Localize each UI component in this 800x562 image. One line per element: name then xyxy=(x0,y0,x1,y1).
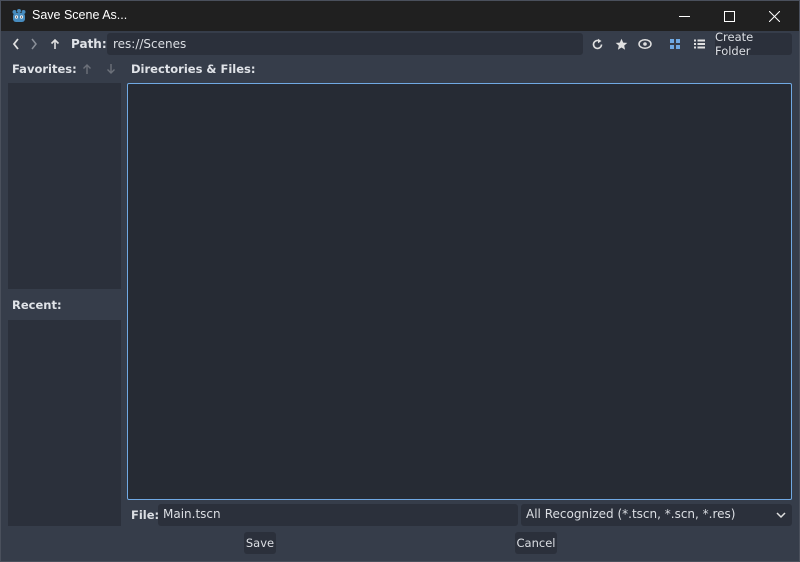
up-directory-button[interactable] xyxy=(46,35,64,53)
grid-view-icon[interactable] xyxy=(666,35,684,53)
forward-button[interactable] xyxy=(25,35,43,53)
back-button[interactable] xyxy=(7,35,25,53)
title-bar: Save Scene As... xyxy=(1,1,799,31)
recent-label: Recent: xyxy=(12,298,62,312)
refresh-icon[interactable] xyxy=(588,35,606,53)
save-scene-dialog: Save Scene As... Path: res://Scenes Crea… xyxy=(0,0,800,562)
recent-list[interactable] xyxy=(8,320,121,526)
favorites-label: Favorites: xyxy=(12,62,77,76)
chevron-down-icon xyxy=(774,508,788,522)
list-view-icon[interactable] xyxy=(690,35,708,53)
file-filter-select[interactable]: All Recognized (*.tscn, *.scn, *.res) xyxy=(521,504,792,526)
file-filter-value: All Recognized (*.tscn, *.scn, *.res) xyxy=(526,507,736,521)
close-button[interactable] xyxy=(751,1,797,31)
save-button[interactable]: Save xyxy=(244,532,276,554)
toggle-hidden-eye-icon[interactable] xyxy=(636,35,654,53)
favorite-star-icon[interactable] xyxy=(612,35,630,53)
files-list[interactable] xyxy=(127,83,792,500)
window-title: Save Scene As... xyxy=(32,8,128,22)
path-label: Path: xyxy=(71,37,107,51)
path-input[interactable]: res://Scenes xyxy=(107,33,583,55)
create-folder-button[interactable]: Create Folder xyxy=(715,30,792,58)
maximize-button[interactable] xyxy=(706,1,752,31)
file-label: File: xyxy=(131,508,160,522)
cancel-button[interactable]: Cancel xyxy=(515,532,557,554)
move-favorite-down-icon[interactable] xyxy=(102,60,120,78)
godot-icon xyxy=(11,8,27,24)
favorites-list[interactable] xyxy=(8,83,121,289)
minimize-button[interactable] xyxy=(661,1,707,31)
move-favorite-up-icon[interactable] xyxy=(78,60,96,78)
directories-files-label: Directories & Files: xyxy=(131,62,256,76)
file-name-input[interactable]: Main.tscn xyxy=(158,504,518,526)
